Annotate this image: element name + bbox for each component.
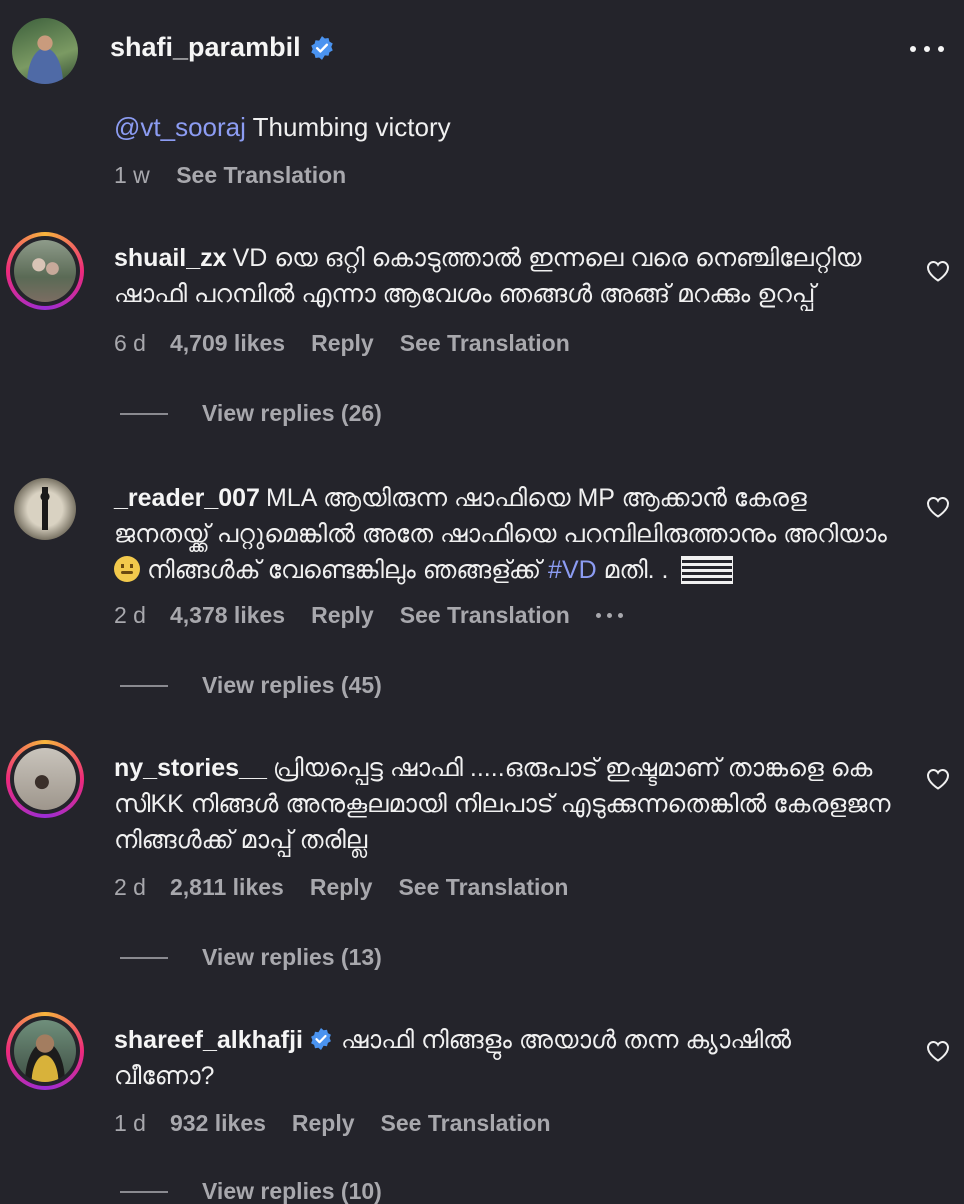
- comment-username[interactable]: _reader_007: [114, 484, 260, 512]
- author-username-row[interactable]: shafi_parambil: [110, 32, 335, 63]
- comment-username[interactable]: shuail_zx: [114, 244, 227, 272]
- comment-body: ny_stories__പ്രിയപ്പെട്ട ഷാഫി .....ഒരുപാ…: [114, 750, 894, 858]
- replies-divider: [120, 413, 168, 415]
- view-replies-label[interactable]: View replies (13): [202, 944, 382, 971]
- comment-meta: 1 d 932 likes Reply See Translation: [114, 1110, 577, 1137]
- comment-avatar[interactable]: [6, 1012, 84, 1090]
- comment-meta: 6 d 4,709 likes Reply See Translation: [114, 330, 596, 357]
- replies-divider: [120, 685, 168, 687]
- comment-meta: 2 d 2,811 likes Reply See Translation: [114, 874, 594, 901]
- comment-likes[interactable]: 932 likes: [170, 1110, 266, 1137]
- view-replies-button[interactable]: View replies (13): [120, 944, 382, 971]
- comment-see-translation-button[interactable]: See Translation: [381, 1110, 551, 1137]
- comment-username[interactable]: shareef_alkhafji: [114, 1026, 303, 1054]
- comment-text-end: മതി. .: [597, 556, 676, 584]
- post-caption: @vt_sooraj Thumbing victory: [114, 112, 451, 143]
- comment-hashtag[interactable]: #VD: [548, 556, 597, 584]
- comment-reply-button[interactable]: Reply: [310, 874, 373, 901]
- comment-body: _reader_007MLA ആയിരുന്ന ഷാഫിയെ MP ആക്കാൻ…: [114, 480, 894, 588]
- view-replies-button[interactable]: View replies (45): [120, 672, 382, 699]
- comment-see-translation-button[interactable]: See Translation: [398, 874, 568, 901]
- comment-body: shuail_zxVD യെ ഒറ്റി കൊടുത്താൽ ഇന്നലെ വര…: [114, 240, 894, 312]
- comment-avatar[interactable]: [6, 232, 84, 310]
- caption-mention[interactable]: @vt_sooraj: [114, 112, 246, 142]
- comment-reply-button[interactable]: Reply: [311, 330, 374, 357]
- comment-more-icon[interactable]: [596, 613, 623, 618]
- comment-reply-button[interactable]: Reply: [311, 602, 374, 629]
- heart-icon[interactable]: [926, 768, 950, 790]
- comment-time: 6 d: [114, 330, 146, 357]
- comment-meta: 2 d 4,378 likes Reply See Translation: [114, 602, 623, 629]
- author-username[interactable]: shafi_parambil: [110, 32, 301, 63]
- comment-likes[interactable]: 4,378 likes: [170, 602, 285, 629]
- comment-body: shareef_alkhafji ഷാഫി നിങ്ങളും അയാൾ തന്ന…: [114, 1022, 894, 1094]
- replies-divider: [120, 1191, 168, 1193]
- view-replies-label[interactable]: View replies (26): [202, 400, 382, 427]
- comment-likes[interactable]: 2,811 likes: [170, 874, 284, 901]
- heart-icon[interactable]: [926, 260, 950, 282]
- comment-see-translation-button[interactable]: See Translation: [400, 602, 570, 629]
- replies-divider: [120, 957, 168, 959]
- bars-icon: [681, 556, 733, 584]
- caption-text: Thumbing victory: [246, 112, 451, 142]
- verified-badge-icon: [309, 1027, 333, 1051]
- emoji-icon: [114, 556, 140, 582]
- comment-time: 1 d: [114, 1110, 146, 1137]
- comment-avatar[interactable]: [14, 478, 76, 540]
- view-replies-label[interactable]: View replies (45): [202, 672, 382, 699]
- comment-time: 2 d: [114, 602, 146, 629]
- view-replies-button[interactable]: View replies (10): [120, 1178, 382, 1204]
- more-options-icon[interactable]: [910, 44, 944, 54]
- verified-badge-icon: [309, 35, 335, 61]
- comment-likes[interactable]: 4,709 likes: [170, 330, 285, 357]
- comment-time: 2 d: [114, 874, 146, 901]
- caption-meta: 1 w See Translation: [114, 162, 346, 189]
- comments-page: shafi_parambil @vt_sooraj Thumbing victo…: [0, 0, 964, 1204]
- comment-reply-button[interactable]: Reply: [292, 1110, 355, 1137]
- comment-text-continued: നിങ്ങൾക് വേണ്ടെങ്കിലും ഞങ്ങള്ക്ക്: [140, 556, 548, 584]
- comment-avatar[interactable]: [6, 740, 84, 818]
- author-avatar[interactable]: [12, 18, 78, 84]
- heart-icon[interactable]: [926, 496, 950, 518]
- view-replies-button[interactable]: View replies (26): [120, 400, 382, 427]
- view-replies-label[interactable]: View replies (10): [202, 1178, 382, 1204]
- comment-see-translation-button[interactable]: See Translation: [400, 330, 570, 357]
- caption-see-translation-button[interactable]: See Translation: [176, 162, 346, 188]
- caption-time: 1 w: [114, 162, 150, 188]
- post-header: shafi_parambil: [12, 18, 944, 88]
- heart-icon[interactable]: [926, 1040, 950, 1062]
- comment-username[interactable]: ny_stories__: [114, 754, 267, 782]
